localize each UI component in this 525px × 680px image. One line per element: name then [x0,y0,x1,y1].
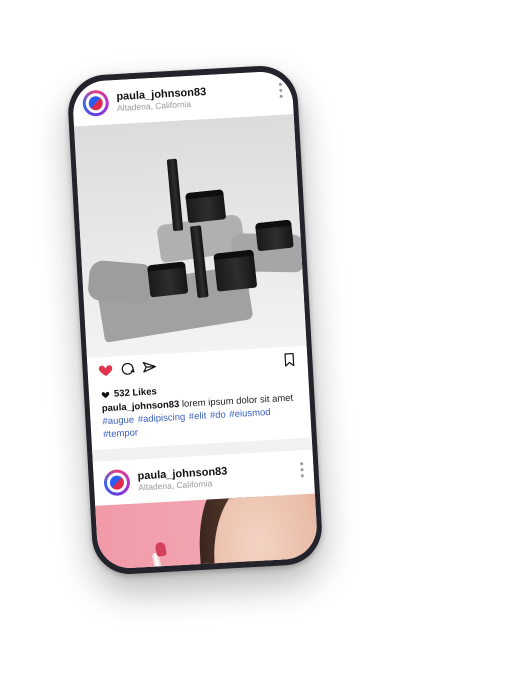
more-vertical-icon[interactable] [278,82,283,99]
product-jar: · · · [254,219,294,252]
lips [288,566,308,570]
likes-count[interactable]: 532 Likes [114,386,157,399]
comment-icon[interactable] [119,360,136,377]
phone-mockup: paula_johnson83 Altadena, California · ·… [66,63,324,577]
user-meta: paula_johnson83 Altadena, California [137,466,228,493]
heart-icon[interactable] [97,362,114,379]
post-photo[interactable] [95,494,319,570]
phone-screen: paula_johnson83 Altadena, California · ·… [71,70,319,570]
more-vertical-icon[interactable] [299,462,304,479]
product-tube [166,158,184,232]
product-jar: · · · [185,189,227,224]
product-jar: · · · [147,261,189,298]
product-jar: · · · [213,249,258,292]
rock [87,259,153,305]
user-meta: paula_johnson83 Altadena, California [116,86,207,113]
face [209,494,319,570]
avatar[interactable] [82,89,110,117]
heart-icon [101,391,110,398]
avatar[interactable] [103,469,131,497]
post-photo[interactable]: · · · · · · · · · · · · [74,114,307,359]
send-icon[interactable] [141,359,158,376]
bookmark-icon[interactable] [281,351,298,368]
lip-gloss-tip [154,541,168,558]
